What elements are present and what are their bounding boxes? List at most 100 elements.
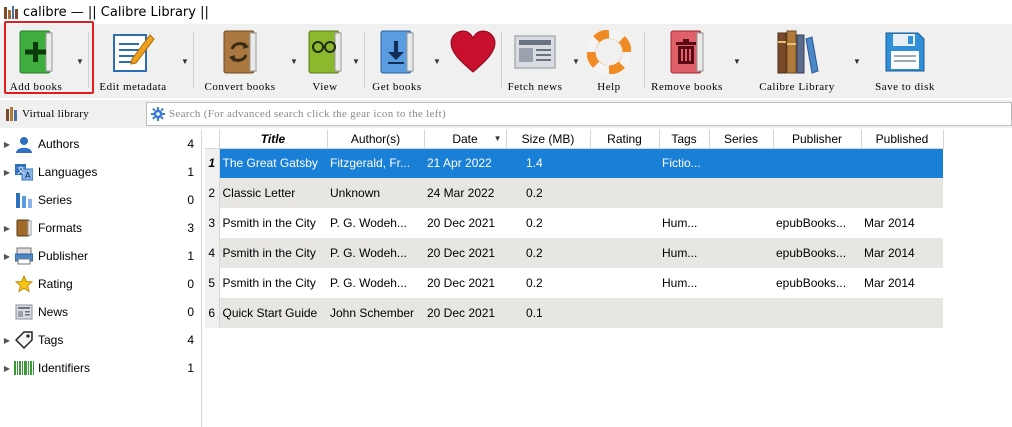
- column-header-rating[interactable]: Rating: [590, 130, 660, 149]
- cell-date[interactable]: 20 Dec 2021: [424, 298, 506, 328]
- column-header-series[interactable]: Series: [709, 130, 774, 149]
- cell-rating[interactable]: [590, 298, 659, 328]
- expand-arrow-icon[interactable]: ▶: [0, 364, 14, 373]
- cell-size[interactable]: 0.2: [506, 178, 590, 208]
- cell-series[interactable]: [709, 148, 773, 178]
- cell-tags[interactable]: Fictio...: [659, 148, 709, 178]
- cell-title[interactable]: Classic Letter: [219, 178, 327, 208]
- cell-published[interactable]: Mar 2014: [861, 238, 943, 268]
- cell-published[interactable]: Mar 2014: [861, 208, 943, 238]
- cell-size[interactable]: 0.1: [506, 298, 590, 328]
- cell-published[interactable]: [861, 148, 943, 178]
- help-button[interactable]: Help: [584, 24, 634, 98]
- cell-tags[interactable]: Hum...: [659, 238, 709, 268]
- virtual-library-button[interactable]: Virtual library: [0, 100, 142, 128]
- cell-author[interactable]: P. G. Wodeh...: [327, 238, 424, 268]
- sidebar-item-identifiers[interactable]: ▶ Identifiers 1: [0, 354, 201, 382]
- sidebar-item-tags[interactable]: ▶ Tags 4: [0, 326, 201, 354]
- sidebar-item-news[interactable]: News 0: [0, 298, 201, 326]
- cell-author[interactable]: P. G. Wodeh...: [327, 268, 424, 298]
- cell-publisher[interactable]: [773, 148, 861, 178]
- cell-rating[interactable]: [590, 148, 659, 178]
- cell-tags[interactable]: Hum...: [659, 268, 709, 298]
- fetch-news-dropdown-icon[interactable]: ▼: [568, 24, 584, 98]
- expand-arrow-icon[interactable]: ▶: [0, 224, 14, 233]
- cell-published[interactable]: [861, 178, 943, 208]
- donate-heart-button[interactable]: [445, 24, 501, 98]
- column-header-size[interactable]: Size (MB): [506, 130, 591, 149]
- get-books-button[interactable]: Get books: [365, 24, 429, 98]
- cell-tags[interactable]: Hum...: [659, 208, 709, 238]
- cell-author[interactable]: Unknown: [327, 178, 424, 208]
- sidebar-item-series[interactable]: Series 0: [0, 186, 201, 214]
- sidebar-item-formats[interactable]: ▶ Formats 3: [0, 214, 201, 242]
- column-header-authors[interactable]: Author(s): [327, 130, 425, 149]
- cell-series[interactable]: [709, 178, 773, 208]
- column-header-published[interactable]: Published: [861, 130, 944, 149]
- column-header-title[interactable]: Title: [219, 130, 328, 149]
- expand-arrow-icon[interactable]: ▶: [0, 168, 14, 177]
- view-button[interactable]: View: [302, 24, 348, 98]
- gear-icon[interactable]: [147, 103, 169, 125]
- cell-date[interactable]: 20 Dec 2021: [424, 238, 506, 268]
- edit-metadata-button[interactable]: Edit metadata: [89, 24, 177, 98]
- view-dropdown-icon[interactable]: ▼: [348, 24, 364, 98]
- edit-metadata-dropdown-icon[interactable]: ▼: [177, 24, 193, 98]
- cell-size[interactable]: 0.2: [506, 208, 590, 238]
- sidebar-item-publisher[interactable]: ▶ Publisher 1: [0, 242, 201, 270]
- cell-date[interactable]: 21 Apr 2022: [424, 148, 506, 178]
- get-books-dropdown-icon[interactable]: ▼: [429, 24, 445, 98]
- cell-date[interactable]: 20 Dec 2021: [424, 268, 506, 298]
- table-row[interactable]: 4 Psmith in the City P. G. Wodeh... 20 D…: [205, 238, 943, 268]
- column-header-date[interactable]: Date ▼: [424, 130, 507, 149]
- cell-series[interactable]: [709, 268, 773, 298]
- cell-title[interactable]: Psmith in the City: [219, 208, 327, 238]
- cell-publisher[interactable]: [773, 298, 861, 328]
- table-row[interactable]: 5 Psmith in the City P. G. Wodeh... 20 D…: [205, 268, 943, 298]
- add-books-dropdown-icon[interactable]: ▼: [72, 24, 88, 98]
- cell-tags[interactable]: [659, 298, 709, 328]
- cell-publisher[interactable]: [773, 178, 861, 208]
- cell-rating[interactable]: [590, 268, 659, 298]
- cell-published[interactable]: Mar 2014: [861, 268, 943, 298]
- expand-arrow-icon[interactable]: ▶: [0, 252, 14, 261]
- convert-books-button[interactable]: Convert books: [194, 24, 286, 98]
- cell-title[interactable]: Psmith in the City: [219, 268, 327, 298]
- calibre-library-button[interactable]: Calibre Library: [745, 24, 849, 98]
- cell-date[interactable]: 20 Dec 2021: [424, 208, 506, 238]
- cell-publisher[interactable]: epubBooks...: [773, 268, 861, 298]
- table-row[interactable]: 1 The Great Gatsby Fitzgerald, Fr... 21 …: [205, 148, 943, 178]
- cell-rating[interactable]: [590, 178, 659, 208]
- cell-rating[interactable]: [590, 208, 659, 238]
- expand-arrow-icon[interactable]: ▶: [0, 336, 14, 345]
- cell-size[interactable]: 1.4: [506, 148, 590, 178]
- cell-size[interactable]: 0.2: [506, 268, 590, 298]
- remove-books-dropdown-icon[interactable]: ▼: [729, 24, 745, 98]
- cell-published[interactable]: [861, 298, 943, 328]
- table-row[interactable]: 3 Psmith in the City P. G. Wodeh... 20 D…: [205, 208, 943, 238]
- table-row[interactable]: 6 Quick Start Guide John Schember 20 Dec…: [205, 298, 943, 328]
- cell-series[interactable]: [709, 238, 773, 268]
- cell-title[interactable]: Psmith in the City: [219, 238, 327, 268]
- cell-size[interactable]: 0.2: [506, 238, 590, 268]
- cell-series[interactable]: [709, 208, 773, 238]
- column-header-tags[interactable]: Tags: [659, 130, 710, 149]
- convert-books-dropdown-icon[interactable]: ▼: [286, 24, 302, 98]
- sidebar-item-rating[interactable]: Rating 0: [0, 270, 201, 298]
- table-row[interactable]: 2 Classic Letter Unknown 24 Mar 2022 0.2: [205, 178, 943, 208]
- cell-author[interactable]: Fitzgerald, Fr...: [327, 148, 424, 178]
- cell-title[interactable]: Quick Start Guide: [219, 298, 327, 328]
- cell-title[interactable]: The Great Gatsby: [219, 148, 327, 178]
- cell-tags[interactable]: [659, 178, 709, 208]
- cell-publisher[interactable]: epubBooks...: [773, 238, 861, 268]
- remove-books-button[interactable]: Remove books: [645, 24, 729, 98]
- cell-publisher[interactable]: epubBooks...: [773, 208, 861, 238]
- cell-rating[interactable]: [590, 238, 659, 268]
- expand-arrow-icon[interactable]: ▶: [0, 140, 14, 149]
- fetch-news-button[interactable]: Fetch news: [502, 24, 568, 98]
- sidebar-item-authors[interactable]: ▶ Authors 4: [0, 130, 201, 158]
- cell-author[interactable]: P. G. Wodeh...: [327, 208, 424, 238]
- cell-series[interactable]: [709, 298, 773, 328]
- cell-date[interactable]: 24 Mar 2022: [424, 178, 506, 208]
- search-input[interactable]: [169, 108, 989, 120]
